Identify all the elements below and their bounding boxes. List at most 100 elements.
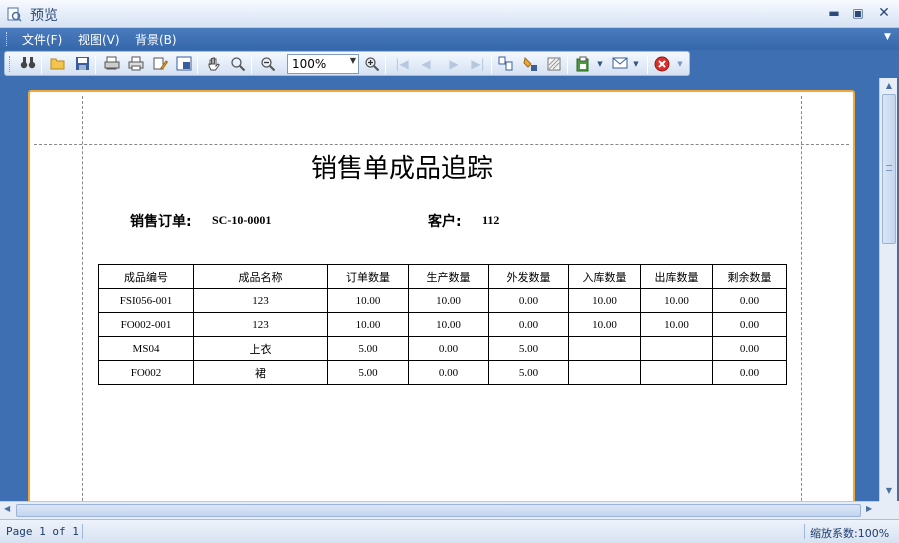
column-header: 入库数量 bbox=[568, 264, 641, 289]
table-cell: 5.00 bbox=[327, 336, 409, 361]
table-cell: 5.00 bbox=[327, 360, 409, 385]
open-icon[interactable] bbox=[49, 56, 67, 73]
title-bar: 预览 ▬ ▣ ✕ bbox=[0, 0, 899, 28]
chevron-down-icon[interactable]: ▼ bbox=[595, 56, 605, 73]
table-cell bbox=[640, 336, 713, 361]
preview-app-icon bbox=[7, 7, 22, 22]
menu-background[interactable]: 背景(B) bbox=[135, 31, 177, 48]
page-indicator: Page 1 of 1 bbox=[6, 525, 79, 538]
magnifier-icon[interactable] bbox=[229, 56, 247, 73]
table-cell: 10.00 bbox=[568, 288, 641, 313]
last-page-icon[interactable]: ▶| bbox=[469, 56, 487, 73]
chevron-down-icon[interactable]: ▼ bbox=[350, 56, 356, 65]
scroll-corner bbox=[879, 501, 899, 519]
table-cell: MS04 bbox=[98, 336, 194, 361]
margin-guide bbox=[82, 96, 83, 508]
table-cell: 0.00 bbox=[408, 336, 489, 361]
zoom-in-icon[interactable] bbox=[363, 56, 381, 73]
table-cell: 0.00 bbox=[712, 336, 787, 361]
zoom-value: 100% bbox=[292, 57, 327, 71]
table-cell: 10.00 bbox=[327, 312, 409, 337]
close-preview-icon[interactable] bbox=[653, 56, 671, 73]
customer-value: 112 bbox=[482, 213, 500, 227]
scale-icon[interactable] bbox=[175, 56, 193, 73]
column-header: 生产数量 bbox=[408, 264, 489, 289]
table-cell: 10.00 bbox=[640, 312, 713, 337]
margin-guide bbox=[34, 144, 849, 145]
prev-page-icon[interactable]: ◀ bbox=[417, 56, 435, 73]
table-cell: 0.00 bbox=[712, 312, 787, 337]
horizontal-scroll-thumb[interactable] bbox=[16, 504, 861, 517]
order-value: SC-10-0001 bbox=[212, 213, 272, 227]
scroll-up-icon[interactable]: ▲ bbox=[883, 81, 895, 93]
status-separator bbox=[82, 524, 83, 539]
column-header: 订单数量 bbox=[327, 264, 409, 289]
zoom-select[interactable]: 100% ▼ bbox=[287, 54, 359, 74]
table-cell: 0.00 bbox=[488, 288, 569, 313]
menu-grip[interactable] bbox=[6, 32, 9, 46]
save-icon[interactable] bbox=[73, 56, 91, 73]
tracking-table: 成品编号 成品名称 订单数量 生产数量 外发数量 入库数量 出库数量 剩余数量 … bbox=[98, 264, 787, 385]
chevron-down-icon[interactable]: ▼ bbox=[631, 56, 641, 73]
scroll-down-icon[interactable]: ▼ bbox=[883, 486, 895, 498]
first-page-icon[interactable]: |◀ bbox=[393, 56, 411, 73]
table-cell: 123 bbox=[193, 312, 328, 337]
table-header-row: 成品编号 成品名称 订单数量 生产数量 外发数量 入库数量 出库数量 剩余数量 bbox=[98, 264, 787, 289]
table-cell: 10.00 bbox=[327, 288, 409, 313]
table-cell: 5.00 bbox=[488, 360, 569, 385]
toolbar-overflow-icon[interactable]: ▼ bbox=[675, 56, 685, 73]
next-page-icon[interactable]: ▶ bbox=[445, 56, 463, 73]
toolbar-separator bbox=[491, 55, 492, 74]
export-icon[interactable] bbox=[575, 56, 593, 73]
menu-file[interactable]: 文件(F) bbox=[22, 31, 62, 48]
hand-icon[interactable] bbox=[205, 56, 223, 73]
column-header: 成品编号 bbox=[98, 264, 194, 289]
table-row: FO002 裙 5.00 0.00 5.00 0.00 bbox=[98, 360, 787, 385]
menu-overflow-icon[interactable]: ▼ bbox=[884, 32, 891, 42]
close-window-button[interactable]: ✕ bbox=[874, 4, 894, 22]
table-cell: 10.00 bbox=[640, 288, 713, 313]
toolbar-separator bbox=[385, 55, 386, 74]
customer-label: 客户: bbox=[428, 214, 462, 230]
table-row: MS04 上衣 5.00 0.00 5.00 0.00 bbox=[98, 336, 787, 361]
table-row: FO002-001 123 10.00 10.00 0.00 10.00 10.… bbox=[98, 312, 787, 337]
table-cell: 123 bbox=[193, 288, 328, 313]
watermark-icon[interactable] bbox=[545, 56, 563, 73]
table-cell: 0.00 bbox=[408, 360, 489, 385]
vertical-scrollbar[interactable]: ▲ ▼ bbox=[879, 78, 897, 501]
table-cell: FO002 bbox=[98, 360, 194, 385]
horizontal-scrollbar[interactable]: ◀ ▶ bbox=[0, 501, 879, 519]
find-icon[interactable] bbox=[19, 56, 37, 73]
zoom-out-icon[interactable] bbox=[259, 56, 277, 73]
toolbar-grip[interactable] bbox=[9, 56, 12, 72]
toolbar: 100% ▼ |◀ ◀ ▶ ▶| ▼ ▼ ▼ bbox=[4, 51, 690, 76]
table-cell: FO002-001 bbox=[98, 312, 194, 337]
page-setup-icon[interactable] bbox=[103, 56, 121, 73]
report-title: 销售单成品追踪 bbox=[311, 154, 494, 184]
menu-view[interactable]: 视图(V) bbox=[78, 31, 120, 48]
toolbar-separator bbox=[567, 55, 568, 74]
table-cell: 10.00 bbox=[568, 312, 641, 337]
status-separator bbox=[804, 524, 805, 539]
toolbar-separator bbox=[647, 55, 648, 74]
print-icon[interactable] bbox=[127, 56, 145, 73]
scroll-left-icon[interactable]: ◀ bbox=[4, 504, 10, 513]
table-cell: FSI056-001 bbox=[98, 288, 194, 313]
column-header: 出库数量 bbox=[640, 264, 713, 289]
toolbar-separator bbox=[251, 55, 252, 74]
email-icon[interactable] bbox=[611, 56, 629, 73]
table-cell bbox=[568, 336, 641, 361]
table-cell: 0.00 bbox=[712, 360, 787, 385]
maximize-button[interactable]: ▣ bbox=[848, 4, 868, 22]
column-header: 成品名称 bbox=[193, 264, 328, 289]
toolbar-separator bbox=[95, 55, 96, 74]
multipage-icon[interactable] bbox=[497, 56, 515, 73]
margin-guide bbox=[801, 96, 802, 508]
scroll-right-icon[interactable]: ▶ bbox=[866, 504, 872, 513]
minimize-button[interactable]: ▬ bbox=[824, 4, 844, 22]
color-icon[interactable] bbox=[521, 56, 539, 73]
table-cell bbox=[568, 360, 641, 385]
print-edit-icon[interactable] bbox=[151, 56, 169, 73]
toolbar-separator bbox=[41, 55, 42, 74]
vertical-scroll-thumb[interactable] bbox=[882, 94, 896, 244]
